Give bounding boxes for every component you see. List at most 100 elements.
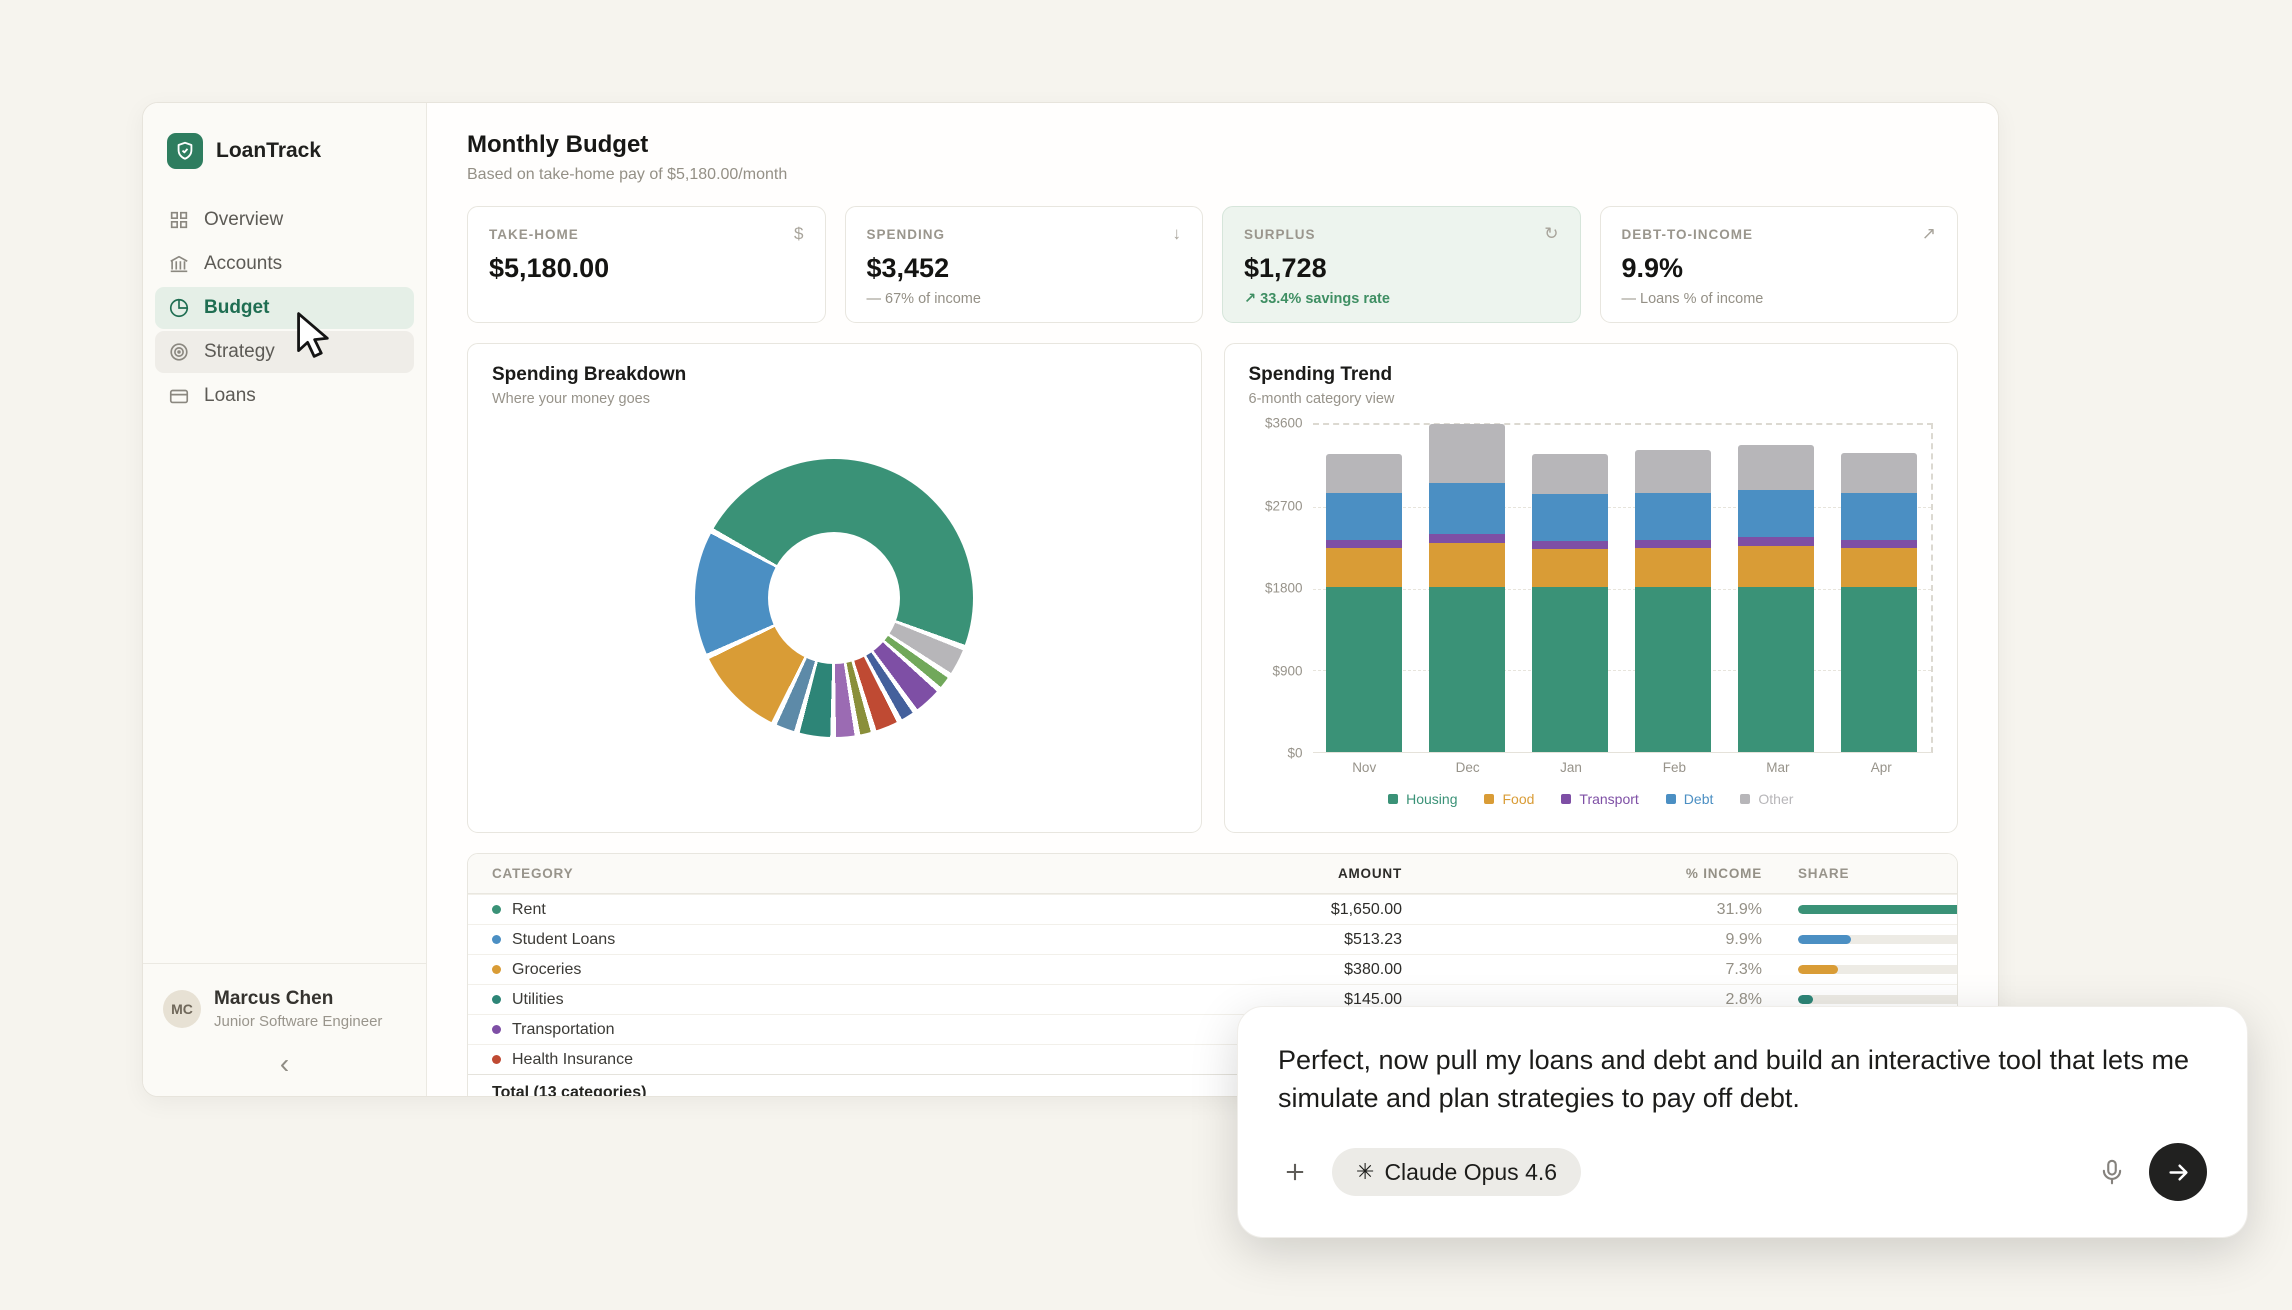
bar-segment-housing (1635, 587, 1711, 752)
sidebar-item-accounts[interactable]: Accounts (155, 243, 414, 285)
sidebar-item-loans[interactable]: Loans (155, 375, 414, 417)
stat-card-debt-to-income: DEBT-TO-INCOME ↗ 9.9% — Loans % of incom… (1600, 206, 1959, 323)
chart-title: Spending Breakdown (492, 364, 1177, 386)
bar-segment-food (1532, 549, 1608, 588)
bar-segment-housing (1429, 587, 1505, 752)
bar-segment-debt (1841, 493, 1917, 540)
y-tick-label: $2700 (1265, 498, 1303, 513)
category-name: Student Loans (512, 931, 615, 949)
bar-segment-other (1635, 450, 1711, 493)
bar-mar[interactable] (1738, 445, 1814, 752)
bar-dec[interactable] (1429, 424, 1505, 752)
bar-segment-housing (1326, 587, 1402, 752)
legend-label: Transport (1579, 791, 1638, 807)
bar-segment-debt (1326, 493, 1402, 540)
stat-card-take-home: TAKE-HOME $ $5,180.00 (467, 206, 826, 323)
stat-label: TAKE-HOME (489, 227, 579, 242)
table-row: Groceries $380.00 7.3% (468, 954, 1957, 984)
dollar-icon: $ (794, 224, 803, 244)
bar-apr[interactable] (1841, 453, 1917, 752)
stat-value: 9.9% (1622, 253, 1937, 284)
trend-icon: ↗ (1922, 224, 1936, 244)
legend-item-debt[interactable]: Debt (1666, 791, 1714, 807)
trend-plot (1313, 423, 1934, 753)
bar-segment-food (1841, 548, 1917, 587)
bar-segment-other (1429, 424, 1505, 483)
legend-dot (1484, 794, 1494, 804)
send-button[interactable] (2149, 1143, 2207, 1201)
x-tick-label: Apr (1843, 760, 1919, 775)
column-header: CATEGORY (492, 866, 1112, 881)
table-row: Rent $1,650.00 31.9% (468, 894, 1957, 924)
donut-chart[interactable] (695, 459, 973, 737)
legend-item-other[interactable]: Other (1740, 791, 1793, 807)
grid-icon (168, 209, 190, 231)
app-name: LoanTrack (216, 139, 321, 163)
category-amount: $1,650.00 (1112, 901, 1402, 919)
category-dot (492, 965, 501, 974)
legend-item-food[interactable]: Food (1484, 791, 1534, 807)
user-profile[interactable]: MC Marcus Chen Junior Software Engineer (163, 988, 406, 1030)
stat-sub (489, 291, 804, 306)
sidebar: LoanTrack Overview Accounts Budget (143, 103, 427, 1096)
model-name: Claude Opus 4.6 (1384, 1159, 1557, 1186)
stat-label: SURPLUS (1244, 227, 1316, 242)
model-selector[interactable]: ✳ Claude Opus 4.6 (1332, 1148, 1581, 1196)
sidebar-item-overview[interactable]: Overview (155, 199, 414, 241)
stat-value: $1,728 (1244, 253, 1559, 284)
pie-icon (168, 297, 190, 319)
bar-segment-housing (1841, 587, 1917, 752)
bar-segment-food (1738, 546, 1814, 587)
category-amount: $513.23 (1112, 931, 1402, 949)
legend-item-transport[interactable]: Transport (1561, 791, 1638, 807)
bar-segment-transport (1738, 537, 1814, 545)
bar-jan[interactable] (1532, 454, 1608, 752)
table-row: Student Loans $513.23 9.9% (468, 924, 1957, 954)
category-dot (492, 995, 501, 1004)
spending-breakdown-card: Spending Breakdown Where your money goes (467, 343, 1202, 833)
column-header: AMOUNT (1112, 866, 1402, 881)
sidebar-item-strategy[interactable]: Strategy (155, 331, 414, 373)
x-tick-label: Jan (1533, 760, 1609, 775)
sidebar-item-label: Loans (204, 385, 256, 407)
category-name: Transportation (512, 1021, 615, 1039)
bar-segment-debt (1532, 494, 1608, 541)
spending-trend-card: Spending Trend 6-month category view $36… (1224, 343, 1959, 833)
bar-segment-debt (1429, 483, 1505, 534)
category-amount: $380.00 (1112, 961, 1402, 979)
bar-segment-housing (1532, 587, 1608, 752)
refresh-icon: ↻ (1544, 224, 1558, 244)
table-header: CATEGORY AMOUNT % INCOME SHARE (468, 854, 1957, 894)
mic-icon[interactable] (2095, 1155, 2129, 1189)
bar-nov[interactable] (1326, 454, 1402, 752)
chart-subtitle: Where your money goes (492, 391, 1177, 407)
sidebar-collapse-button[interactable]: ‹ (163, 1050, 406, 1078)
avatar: MC (163, 990, 201, 1028)
bar-segment-housing (1738, 587, 1814, 752)
plus-icon[interactable] (1278, 1155, 1312, 1189)
stat-label: DEBT-TO-INCOME (1622, 227, 1754, 242)
stats-row: TAKE-HOME $ $5,180.00 SPENDING ↓ $3,452 … (467, 206, 1958, 323)
shield-logo-icon (167, 133, 203, 169)
bar-segment-transport (1429, 534, 1505, 543)
chat-input-panel[interactable]: Perfect, now pull my loans and debt and … (1237, 1006, 2248, 1238)
legend-item-housing[interactable]: Housing (1388, 791, 1457, 807)
category-dot (492, 935, 501, 944)
chat-input-text[interactable]: Perfect, now pull my loans and debt and … (1278, 1041, 2207, 1117)
category-dot (492, 1025, 501, 1034)
category-income-pct: 9.9% (1402, 931, 1762, 949)
stat-sub: — 67% of income (867, 291, 1182, 307)
category-dot (492, 1055, 501, 1064)
share-bar (1762, 995, 1958, 1004)
bar-segment-transport (1841, 540, 1917, 547)
bar-feb[interactable] (1635, 450, 1711, 752)
stat-card-surplus: SURPLUS ↻ $1,728 ↗ 33.4% savings rate (1222, 206, 1581, 323)
legend-label: Debt (1684, 791, 1714, 807)
sidebar-item-label: Strategy (204, 341, 275, 363)
sidebar-item-budget[interactable]: Budget (155, 287, 414, 329)
bar-segment-other (1532, 454, 1608, 494)
stat-sub: — Loans % of income (1622, 291, 1937, 307)
sidebar-item-label: Overview (204, 209, 283, 231)
share-bar (1762, 935, 1958, 944)
chart-title: Spending Trend (1249, 364, 1934, 386)
